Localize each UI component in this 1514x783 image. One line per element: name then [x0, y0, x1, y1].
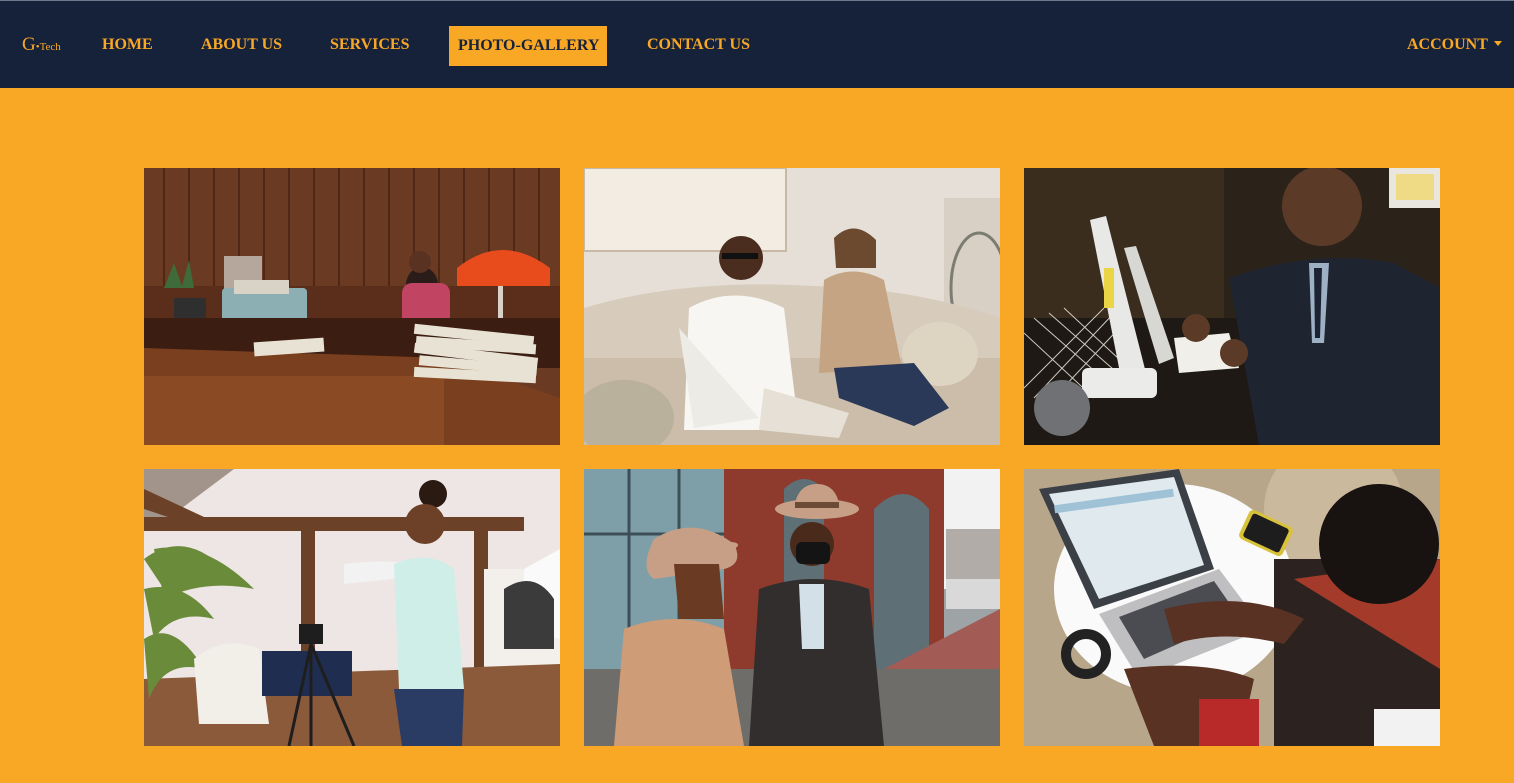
- gallery-photo-office-telephone[interactable]: [144, 168, 560, 445]
- account-label: ACCOUNT: [1407, 36, 1488, 53]
- top-navbar: G•Tech HOME ABOUT US SERVICES PHOTO-GALL…: [0, 0, 1514, 88]
- gallery-photo-woman-stretching[interactable]: [144, 469, 560, 746]
- logo-main: G: [22, 34, 36, 55]
- brand-logo[interactable]: G•Tech: [22, 35, 61, 57]
- nav-contact-us[interactable]: CONTACT US: [647, 35, 750, 55]
- nav-about-us[interactable]: ABOUT US: [201, 35, 282, 55]
- gallery-photo-street-hats[interactable]: [584, 469, 1000, 746]
- caret-down-icon: [1493, 41, 1502, 46]
- gallery-photo-sofa-conversation[interactable]: [584, 168, 1000, 445]
- gallery-photo-businessman-desk[interactable]: [1024, 168, 1440, 445]
- nav-photo-gallery[interactable]: PHOTO-GALLERY: [449, 26, 607, 66]
- nav-account-dropdown[interactable]: ACCOUNT: [1407, 35, 1502, 55]
- gallery-photo-laptop-top-view[interactable]: [1024, 469, 1440, 746]
- logo-sub: Tech: [39, 41, 61, 53]
- nav-home[interactable]: HOME: [102, 35, 153, 55]
- nav-services[interactable]: SERVICES: [330, 35, 409, 55]
